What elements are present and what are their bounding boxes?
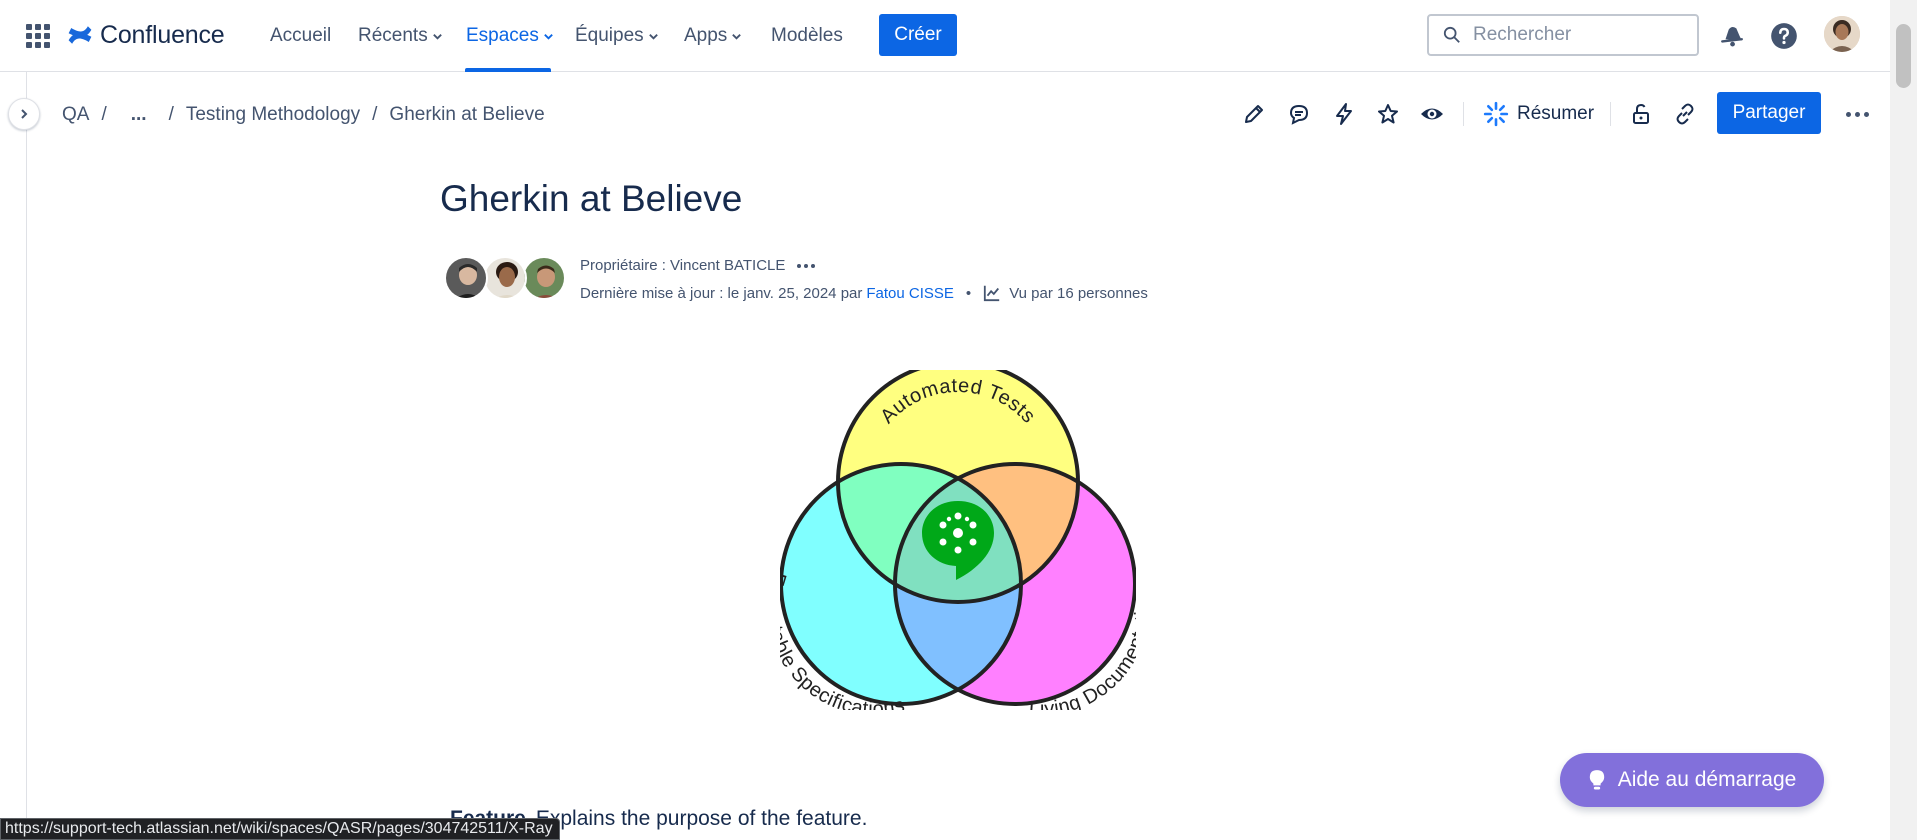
notifications-icon[interactable] bbox=[1716, 20, 1748, 52]
star-icon[interactable] bbox=[1374, 100, 1402, 128]
breadcrumb-separator: / bbox=[101, 104, 107, 125]
breadcrumb-separator: / bbox=[372, 104, 378, 125]
nav-label: Modèles bbox=[771, 25, 843, 46]
nav-modeles[interactable]: Modèles bbox=[771, 24, 843, 48]
updated-by-link[interactable]: Fatou CISSE bbox=[866, 285, 954, 302]
chevron-down-icon bbox=[544, 33, 553, 40]
help-icon[interactable] bbox=[1768, 20, 1800, 52]
page-byline: Dernière mise à jour : le janv. 25, 2024… bbox=[580, 284, 1148, 302]
sidebar-edge bbox=[26, 72, 27, 840]
search-placeholder: Rechercher bbox=[1473, 24, 1572, 45]
breadcrumb-item-parent[interactable]: Testing Methodology bbox=[186, 104, 360, 126]
gherkin-venn-diagram: Automated Tests Executable Specification… bbox=[780, 370, 1136, 710]
search-icon bbox=[1443, 26, 1460, 43]
breadcrumb-separator: / bbox=[168, 104, 174, 125]
summarize-label: Résumer bbox=[1517, 103, 1595, 124]
avatar[interactable] bbox=[1824, 16, 1860, 52]
watch-icon[interactable] bbox=[1418, 100, 1446, 128]
contributors-avatars[interactable] bbox=[444, 256, 566, 300]
apps-grid-icon[interactable] bbox=[26, 24, 50, 48]
nav-label: Accueil bbox=[270, 25, 332, 46]
page-owner: Propriétaire : Vincent BATICLE bbox=[580, 257, 816, 274]
status-bar-url: https://support-tech.atlassian.net/wiki/… bbox=[0, 818, 560, 840]
nav-recents[interactable]: Récents bbox=[358, 24, 443, 48]
active-tab-indicator bbox=[465, 68, 551, 72]
nav-label: Apps bbox=[684, 25, 728, 46]
owner-name: Vincent BATICLE bbox=[670, 257, 786, 274]
avatar[interactable] bbox=[483, 256, 527, 300]
page-analytics[interactable]: Vu par 16 personnes bbox=[983, 284, 1148, 302]
summarize-button[interactable]: Résumer bbox=[1483, 100, 1594, 128]
feature-text: Explains the purpose of the feature. bbox=[535, 807, 868, 830]
breadcrumb-item-space[interactable]: QA bbox=[62, 104, 89, 126]
nav-equipes[interactable]: Équipes bbox=[575, 24, 659, 48]
confluence-logo[interactable]: Confluence bbox=[66, 19, 225, 51]
copy-link-icon[interactable] bbox=[1671, 100, 1699, 128]
chevron-down-icon bbox=[732, 33, 742, 40]
chevron-down-icon bbox=[432, 33, 442, 40]
views-count: Vu par 16 personnes bbox=[1009, 284, 1148, 302]
nav-label: Espaces bbox=[466, 25, 539, 46]
lightbulb-icon bbox=[1589, 770, 1604, 790]
page-title: Gherkin at Believe bbox=[440, 178, 743, 219]
toolbar-divider bbox=[1610, 102, 1611, 126]
nav-label: Récents bbox=[358, 25, 428, 46]
search-input[interactable]: Rechercher bbox=[1427, 14, 1699, 56]
confluence-logo-icon bbox=[68, 26, 92, 44]
scrollbar[interactable] bbox=[1890, 0, 1917, 840]
more-icon[interactable] bbox=[1843, 100, 1871, 128]
expand-sidebar-button[interactable] bbox=[8, 98, 40, 130]
ai-sparkle-icon bbox=[1483, 101, 1509, 127]
onboarding-help-button[interactable]: Aide au démarrage bbox=[1560, 753, 1824, 807]
breadcrumb-item-current[interactable]: Gherkin at Believe bbox=[389, 104, 544, 126]
nav-espaces[interactable]: Espaces bbox=[466, 24, 554, 48]
help-label: Aide au démarrage bbox=[1617, 768, 1797, 791]
top-navigation: Confluence Accueil Récents Espaces Équip… bbox=[0, 0, 1890, 72]
edit-icon[interactable] bbox=[1240, 100, 1268, 128]
avatar[interactable] bbox=[522, 256, 566, 300]
owner-label: Propriétaire : bbox=[580, 257, 671, 274]
byline-separator: • bbox=[965, 284, 972, 302]
comment-icon[interactable] bbox=[1285, 100, 1313, 128]
owner-more-icon[interactable] bbox=[797, 263, 816, 268]
nav-label: Équipes bbox=[575, 25, 644, 46]
automation-icon[interactable] bbox=[1330, 100, 1358, 128]
breadcrumb-ellipsis[interactable]: ... bbox=[131, 104, 147, 126]
scrollbar-thumb[interactable] bbox=[1896, 24, 1911, 88]
chevron-down-icon bbox=[648, 33, 658, 40]
restrictions-icon[interactable] bbox=[1627, 100, 1655, 128]
updated-label: Dernière mise à jour : le janv. 25, 2024… bbox=[580, 284, 863, 302]
share-button[interactable]: Partager bbox=[1717, 92, 1821, 134]
breadcrumb: QA / ... / Testing Methodology / Gherkin… bbox=[62, 103, 545, 127]
nav-accueil[interactable]: Accueil bbox=[270, 24, 331, 48]
nav-apps[interactable]: Apps bbox=[684, 24, 742, 48]
toolbar-divider bbox=[1463, 102, 1464, 126]
create-button[interactable]: Créer bbox=[879, 14, 957, 56]
app-name: Confluence bbox=[100, 20, 225, 49]
avatar[interactable] bbox=[444, 256, 488, 300]
chevron-right-icon bbox=[21, 109, 28, 119]
analytics-icon bbox=[984, 285, 1000, 302]
